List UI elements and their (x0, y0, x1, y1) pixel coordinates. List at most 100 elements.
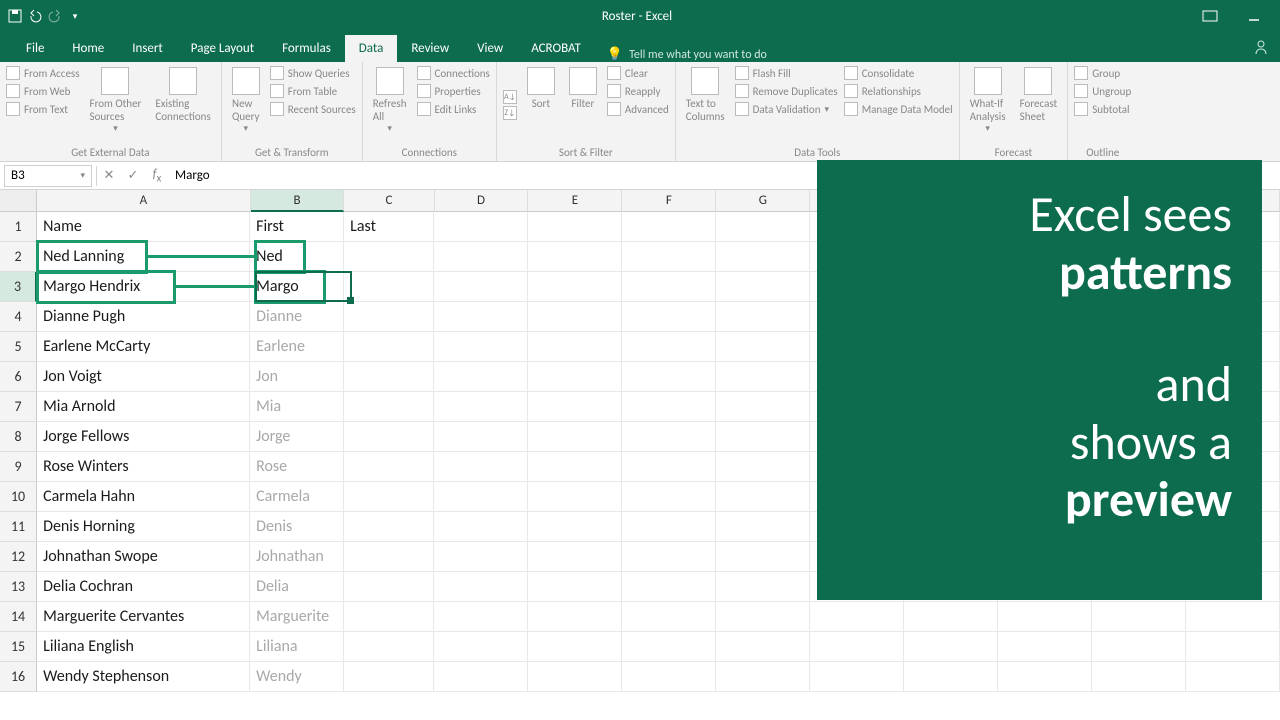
cell-E13[interactable] (528, 572, 622, 602)
insert-function-button[interactable]: fx (145, 167, 169, 185)
forecast-sheet-button[interactable]: ForecastSheet (1016, 65, 1062, 145)
row-header-2[interactable]: 2 (0, 242, 37, 272)
tab-data[interactable]: Data (345, 35, 398, 62)
share-icon[interactable] (1252, 38, 1270, 56)
select-all-corner[interactable] (0, 190, 37, 212)
cell-C10[interactable] (344, 482, 434, 512)
confirm-entry-button[interactable]: ✓ (121, 168, 145, 183)
flash-fill-button[interactable]: Flash Fill (735, 65, 838, 81)
cell-E6[interactable] (528, 362, 622, 392)
cell-B11[interactable]: Denis (250, 512, 344, 542)
cell-C13[interactable] (344, 572, 434, 602)
cell-G13[interactable] (716, 572, 810, 602)
cell-D15[interactable] (434, 632, 528, 662)
cell-C5[interactable] (344, 332, 434, 362)
cell-F11[interactable] (622, 512, 716, 542)
redo-icon[interactable] (46, 7, 64, 25)
cell-F2[interactable] (622, 242, 716, 272)
cell-E4[interactable] (528, 302, 622, 332)
cell-B5[interactable]: Earlene (250, 332, 344, 362)
cell-C12[interactable] (344, 542, 434, 572)
tab-page-layout[interactable]: Page Layout (177, 35, 268, 62)
cell-D14[interactable] (434, 602, 528, 632)
from-web-button[interactable]: From Web (6, 83, 80, 99)
cell-A2[interactable]: Ned Lanning (37, 242, 250, 272)
cell-G15[interactable] (716, 632, 810, 662)
cell-A11[interactable]: Denis Horning (37, 512, 250, 542)
cell-A3[interactable]: Margo Hendrix (37, 272, 250, 302)
cell-E2[interactable] (528, 242, 622, 272)
ungroup-button[interactable]: Ungroup (1074, 83, 1131, 99)
cell-F4[interactable] (622, 302, 716, 332)
cell-D16[interactable] (434, 662, 528, 692)
cell-D12[interactable] (434, 542, 528, 572)
cell-G5[interactable] (716, 332, 810, 362)
cell-F15[interactable] (622, 632, 716, 662)
cell-G1[interactable] (716, 212, 810, 242)
cell-E11[interactable] (528, 512, 622, 542)
cell-D7[interactable] (434, 392, 528, 422)
cell-B15[interactable]: Liliana (250, 632, 344, 662)
name-box-dropdown-icon[interactable]: ▾ (80, 170, 85, 181)
cell-C3[interactable] (344, 272, 434, 302)
cell-F1[interactable] (622, 212, 716, 242)
group-button[interactable]: Group (1074, 65, 1131, 81)
cell-D6[interactable] (434, 362, 528, 392)
cell-G4[interactable] (716, 302, 810, 332)
cell-E3[interactable] (528, 272, 622, 302)
tab-formulas[interactable]: Formulas (268, 35, 345, 62)
cell-F16[interactable] (622, 662, 716, 692)
minimize-button[interactable] (1234, 2, 1274, 30)
cell-G7[interactable] (716, 392, 810, 422)
cell-K15[interactable] (1092, 632, 1186, 662)
cell-C2[interactable] (344, 242, 434, 272)
connections-button[interactable]: Connections (417, 65, 490, 81)
cell-F5[interactable] (622, 332, 716, 362)
row-header-1[interactable]: 1 (0, 212, 37, 242)
cell-A12[interactable]: Johnathan Swope (37, 542, 250, 572)
row-header-12[interactable]: 12 (0, 542, 37, 572)
cell-A10[interactable]: Carmela Hahn (37, 482, 250, 512)
column-header-F[interactable]: F (622, 190, 716, 212)
cell-B13[interactable]: Delia (250, 572, 344, 602)
cell-E8[interactable] (528, 422, 622, 452)
cell-A4[interactable]: Dianne Pugh (37, 302, 250, 332)
properties-button[interactable]: Properties (417, 83, 490, 99)
cell-G8[interactable] (716, 422, 810, 452)
cell-A8[interactable]: Jorge Fellows (37, 422, 250, 452)
subtotal-button[interactable]: Subtotal (1074, 101, 1131, 117)
recent-sources-button[interactable]: Recent Sources (270, 101, 356, 117)
tab-file[interactable]: File (12, 35, 58, 62)
column-header-D[interactable]: D (435, 190, 529, 212)
cell-H15[interactable] (810, 632, 904, 662)
new-query-button[interactable]: NewQuery (228, 65, 264, 145)
cell-K16[interactable] (1092, 662, 1186, 692)
cancel-entry-button[interactable]: ✕ (97, 168, 121, 183)
cell-D5[interactable] (434, 332, 528, 362)
cell-G11[interactable] (716, 512, 810, 542)
from-access-button[interactable]: From Access (6, 65, 80, 81)
column-header-C[interactable]: C (344, 190, 434, 212)
cell-F12[interactable] (622, 542, 716, 572)
cell-B6[interactable]: Jon (250, 362, 344, 392)
row-header-13[interactable]: 13 (0, 572, 37, 602)
cell-F9[interactable] (622, 452, 716, 482)
cell-B9[interactable]: Rose (250, 452, 344, 482)
tab-insert[interactable]: Insert (118, 35, 177, 62)
clear-button[interactable]: Clear (607, 65, 669, 81)
what-if-button[interactable]: What-IfAnalysis (966, 65, 1010, 145)
row-header-9[interactable]: 9 (0, 452, 37, 482)
cell-D1[interactable] (434, 212, 528, 242)
cell-F13[interactable] (622, 572, 716, 602)
cell-C1[interactable]: Last (344, 212, 434, 242)
cell-E5[interactable] (528, 332, 622, 362)
row-header-7[interactable]: 7 (0, 392, 37, 422)
row-header-4[interactable]: 4 (0, 302, 37, 332)
tab-acrobat[interactable]: ACROBAT (517, 35, 595, 62)
sort-button[interactable]: Sort (523, 65, 559, 145)
cell-A6[interactable]: Jon Voigt (37, 362, 250, 392)
cell-B4[interactable]: Dianne (250, 302, 344, 332)
text-to-columns-button[interactable]: Text toColumns (682, 65, 729, 145)
cell-D4[interactable] (434, 302, 528, 332)
sort-asc-button[interactable]: A↓ (503, 89, 517, 105)
